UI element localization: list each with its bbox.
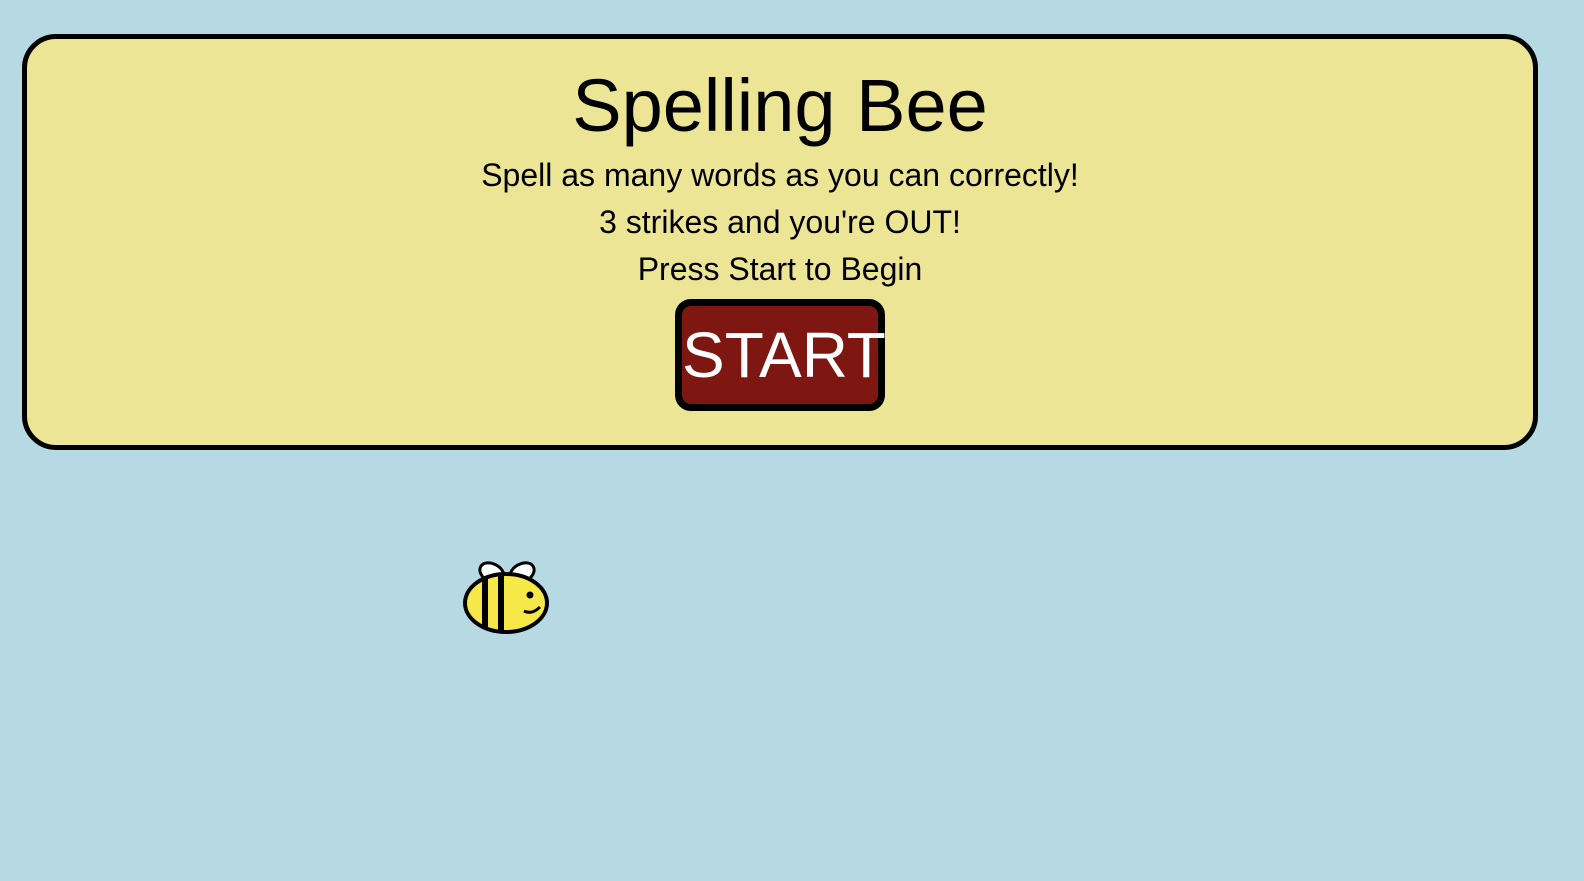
intro-panel: Spelling Bee Spell as many words as you … [22,34,1538,450]
instructions-line-1: Spell as many words as you can correctly… [481,157,1079,193]
instructions-line-2: 3 strikes and you're OUT! [599,204,961,240]
instructions-line-3: Press Start to Begin [637,251,923,287]
bee-icon [463,561,549,634]
start-button[interactable]: START [675,299,886,411]
game-title: Spelling Bee [572,64,988,147]
